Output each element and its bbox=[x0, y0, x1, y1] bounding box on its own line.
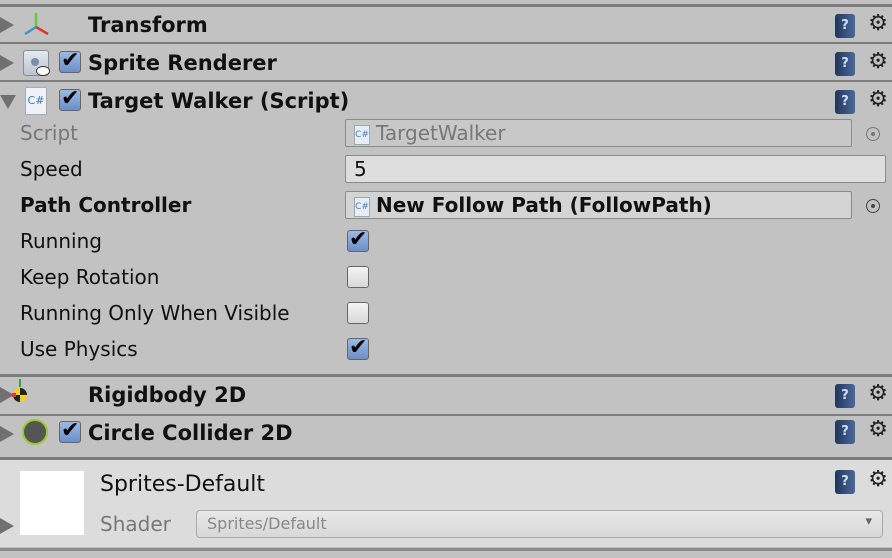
transform-axes-icon bbox=[24, 13, 49, 36]
object-picker-icon[interactable] bbox=[866, 199, 880, 213]
foldout-arrow-icon[interactable] bbox=[0, 95, 16, 109]
running-only-when-visible-label: Running Only When Visible bbox=[20, 301, 290, 325]
material-name: Sprites-Default bbox=[100, 472, 266, 497]
help-book-icon[interactable]: ? bbox=[835, 90, 855, 114]
material-preview bbox=[20, 471, 84, 535]
script-value: TargetWalker bbox=[376, 121, 506, 145]
divider bbox=[0, 548, 892, 551]
keep-rotation-checkbox[interactable] bbox=[347, 266, 369, 288]
component-header-sprite-renderer[interactable]: Sprite Renderer ? ⚙ bbox=[0, 45, 892, 81]
material-section: Sprites-Default Shader Sprites/Default ▾… bbox=[0, 460, 892, 547]
shader-label: Shader bbox=[100, 512, 171, 536]
component-title: Sprite Renderer bbox=[88, 51, 277, 75]
speed-label: Speed bbox=[20, 157, 83, 181]
foldout-arrow-icon[interactable] bbox=[0, 426, 14, 442]
help-book-icon[interactable]: ? bbox=[835, 420, 855, 444]
path-controller-value: New Follow Path (FollowPath) bbox=[376, 193, 712, 217]
csharp-file-icon: C# bbox=[354, 124, 370, 145]
shader-dropdown[interactable]: Sprites/Default ▾ bbox=[196, 510, 883, 538]
component-header-transform[interactable]: Transform ? ⚙ bbox=[0, 7, 892, 43]
running-label: Running bbox=[20, 229, 102, 253]
path-controller-field[interactable]: C# New Follow Path (FollowPath) bbox=[345, 191, 852, 219]
keep-rotation-label: Keep Rotation bbox=[20, 265, 160, 289]
help-book-icon[interactable]: ? bbox=[835, 14, 855, 38]
target-walker-enabled-checkbox[interactable] bbox=[59, 86, 81, 111]
sprite-renderer-icon bbox=[23, 50, 50, 76]
component-title: Rigidbody 2D bbox=[88, 383, 247, 407]
gear-icon[interactable]: ⚙ bbox=[868, 87, 888, 112]
csharp-file-icon: C# bbox=[354, 196, 370, 217]
speed-input[interactable]: 5 bbox=[345, 155, 886, 183]
circle-collider-enabled-checkbox[interactable] bbox=[59, 418, 81, 443]
rigidbody-2d-icon bbox=[12, 379, 27, 402]
use-physics-checkbox[interactable] bbox=[347, 335, 369, 360]
csharp-script-icon: C# bbox=[25, 87, 47, 115]
script-field: C# TargetWalker bbox=[345, 119, 852, 147]
help-book-icon[interactable]: ? bbox=[835, 384, 855, 408]
gear-icon[interactable]: ⚙ bbox=[868, 11, 888, 36]
gear-icon[interactable]: ⚙ bbox=[868, 381, 888, 406]
foldout-arrow-icon[interactable] bbox=[0, 518, 14, 534]
gear-icon[interactable]: ⚙ bbox=[868, 417, 888, 442]
sprite-renderer-enabled-checkbox[interactable] bbox=[59, 48, 81, 73]
component-header-rigidbody-2d[interactable]: Rigidbody 2D ? ⚙ bbox=[0, 377, 892, 413]
running-only-when-visible-checkbox[interactable] bbox=[347, 302, 369, 324]
shader-value: Sprites/Default bbox=[207, 514, 327, 533]
component-header-target-walker[interactable]: C# Target Walker (Script) ? ⚙ bbox=[0, 83, 892, 119]
foldout-arrow-icon[interactable] bbox=[0, 55, 14, 71]
gear-icon[interactable]: ⚙ bbox=[868, 49, 888, 74]
object-picker-icon bbox=[866, 127, 880, 141]
component-header-circle-collider-2d[interactable]: Circle Collider 2D ? ⚙ bbox=[0, 416, 892, 452]
gear-icon[interactable]: ⚙ bbox=[868, 467, 888, 492]
help-book-icon[interactable]: ? bbox=[835, 52, 855, 76]
help-book-icon[interactable]: ? bbox=[835, 470, 855, 494]
running-checkbox[interactable] bbox=[347, 227, 369, 252]
component-title: Target Walker (Script) bbox=[88, 89, 350, 113]
chevron-down-icon: ▾ bbox=[865, 514, 872, 529]
component-title: Circle Collider 2D bbox=[88, 421, 293, 445]
foldout-arrow-icon[interactable] bbox=[0, 17, 14, 33]
component-title: Transform bbox=[88, 13, 208, 37]
circle-collider-icon bbox=[22, 419, 48, 445]
script-label: Script bbox=[20, 121, 79, 145]
path-controller-label: Path Controller bbox=[20, 193, 192, 217]
use-physics-label: Use Physics bbox=[20, 337, 138, 361]
